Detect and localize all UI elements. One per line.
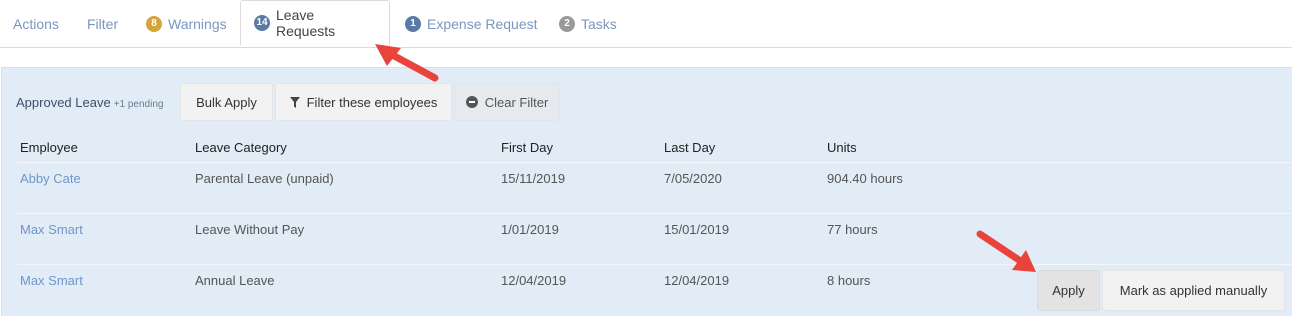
mark-applied-manually-button[interactable]: Mark as applied manually [1102, 270, 1285, 311]
employee-link[interactable]: Max Smart [20, 222, 83, 237]
tab-expense-request[interactable]: 1 Expense Request [405, 0, 538, 47]
funnel-icon [289, 96, 300, 108]
panel-title: Approved Leave +1 pending [16, 95, 163, 110]
first-day-cell: 12/04/2019 [501, 273, 567, 288]
bulk-apply-button[interactable]: Bulk Apply [180, 83, 273, 121]
divider [17, 162, 1292, 163]
first-day-cell: 1/01/2019 [501, 222, 559, 237]
leave-requests-count-badge: 14 [254, 15, 270, 31]
employee-link[interactable]: Abby Cate [20, 171, 81, 186]
header-employee: Employee [20, 140, 78, 155]
tab-label: Tasks [581, 15, 617, 32]
mark-applied-label: Mark as applied manually [1119, 283, 1268, 298]
tab-label: Filter [87, 15, 119, 32]
clear-filter-label: Clear Filter [484, 94, 549, 110]
leave-category-cell: Leave Without Pay [195, 222, 305, 237]
tab-actions[interactable]: Actions [13, 0, 59, 47]
bulk-apply-label: Bulk Apply [196, 94, 257, 110]
last-day-cell: 12/04/2019 [664, 273, 730, 288]
expense-request-count-badge: 1 [405, 15, 421, 32]
tab-bar: Actions Filter 8 Warnings 14 Leave Reque… [0, 0, 1292, 48]
apply-label: Apply [1052, 283, 1085, 298]
filter-employees-button[interactable]: Filter these employees [275, 83, 452, 121]
first-day-cell: 15/11/2019 [501, 171, 566, 186]
tab-label: Expense Request [427, 15, 538, 32]
filter-employees-label: Filter these employees [306, 94, 438, 110]
units-cell: 904.40 hours [827, 171, 903, 186]
tab-label: Actions [13, 15, 59, 32]
panel-title-text: Approved Leave [16, 95, 111, 110]
units-cell: 8 hours [827, 273, 871, 288]
units-cell: 77 hours [827, 222, 878, 237]
tasks-count-badge: 2 [559, 15, 575, 32]
tab-label: Leave Requests [276, 7, 336, 39]
employee-link[interactable]: Max Smart [20, 273, 83, 288]
minus-circle-icon [465, 96, 478, 108]
pending-count: +1 pending [113, 99, 164, 110]
warnings-count-badge: 8 [146, 15, 162, 32]
tab-filter[interactable]: Filter [87, 0, 118, 47]
apply-button[interactable]: Apply [1037, 270, 1100, 311]
leave-category-cell: Parental Leave (unpaid) [195, 171, 334, 186]
tab-label: Warnings [168, 15, 227, 32]
leave-category-cell: Annual Leave [195, 273, 275, 288]
tab-tasks[interactable]: 2 Tasks [559, 0, 617, 47]
last-day-cell: 7/05/2020 [664, 171, 722, 186]
approved-leave-panel: Approved Leave +1 pending Bulk Apply Filt… [1, 67, 1292, 316]
header-first-day: First Day [501, 140, 553, 155]
clear-filter-button[interactable]: Clear Filter [454, 83, 560, 121]
header-units: Units [827, 140, 857, 155]
tab-leave-requests[interactable]: 14 Leave Requests [240, 0, 390, 46]
divider [17, 213, 1292, 214]
header-last-day: Last Day [664, 140, 716, 155]
tab-warnings[interactable]: 8 Warnings [146, 0, 227, 47]
last-day-cell: 15/01/2019 [664, 222, 730, 237]
divider [17, 264, 1292, 265]
header-leave-category: Leave Category [195, 140, 287, 155]
